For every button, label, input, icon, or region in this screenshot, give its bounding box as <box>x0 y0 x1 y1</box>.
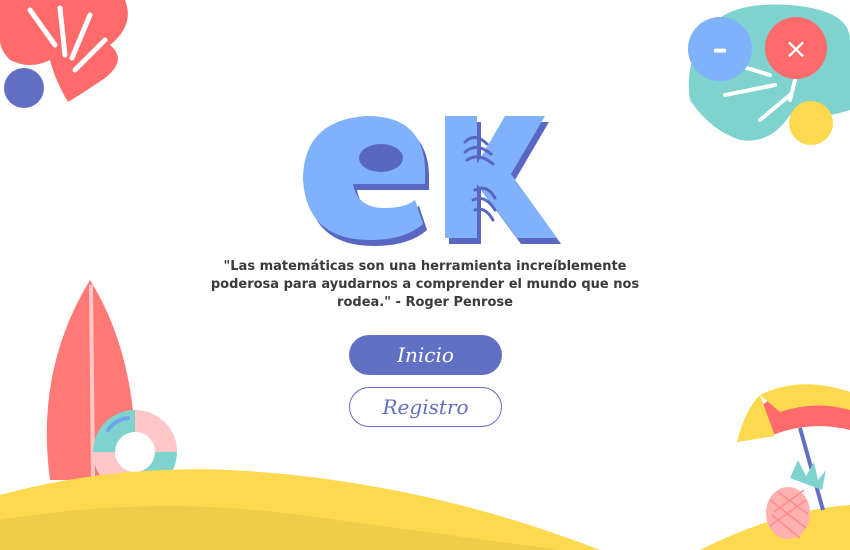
purple-dot <box>4 68 44 108</box>
logo-letter-k <box>445 116 561 244</box>
inicio-button[interactable]: Inicio <box>349 335 502 375</box>
minimize-icon: – <box>712 31 728 67</box>
close-icon: × <box>784 31 808 65</box>
ek-logo <box>303 116 561 246</box>
registro-button[interactable]: Registro <box>349 387 502 427</box>
minimize-button[interactable]: – <box>688 17 752 81</box>
math-quote: "Las matemáticas son una herramienta inc… <box>210 259 640 310</box>
yellow-dot <box>789 101 833 145</box>
logo-letter-e <box>303 116 429 246</box>
sand-dunes <box>0 469 850 550</box>
close-button[interactable]: × <box>765 17 827 79</box>
